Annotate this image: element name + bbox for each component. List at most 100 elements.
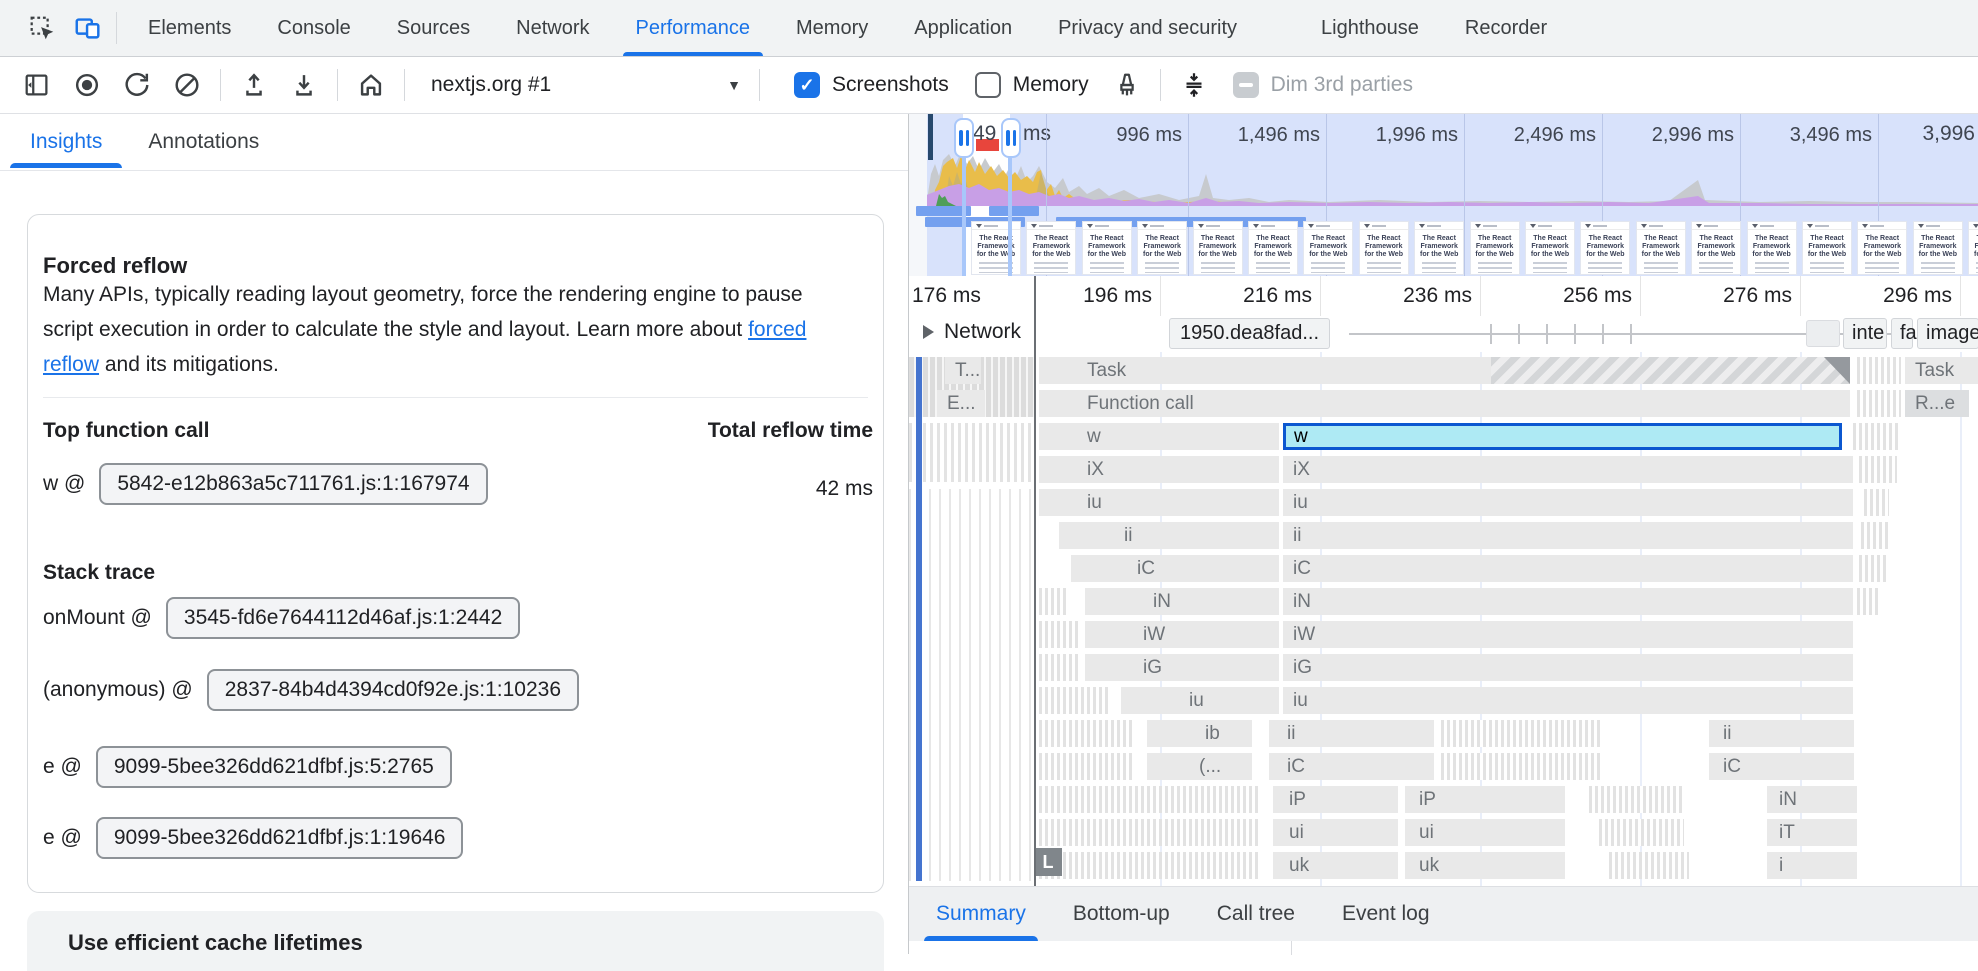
filmstrip-screenshot[interactable]: The ReactFrameworkfor the Web: [1691, 221, 1741, 275]
cache-lifetimes-card[interactable]: Use efficient cache lifetimes: [27, 911, 884, 971]
flame-sliver[interactable]: [916, 357, 922, 881]
flame-bar[interactable]: ii: [1709, 720, 1854, 747]
details-tab-call-tree[interactable]: Call tree: [1217, 887, 1295, 941]
filmstrip-screenshot[interactable]: The ReactFrameworkfor the Web: [1857, 221, 1907, 275]
collect-garbage-icon[interactable]: [1107, 65, 1147, 105]
clear-icon[interactable]: [167, 65, 207, 105]
flame-bar[interactable]: iC: [1071, 555, 1279, 582]
flame-bar[interactable]: iC: [1283, 555, 1853, 582]
compress-tracks-icon[interactable]: [1174, 65, 1214, 105]
selection-handle-right[interactable]: [1001, 118, 1021, 158]
filmstrip-screenshot[interactable]: The ReactFrameworkfor the Web: [1968, 221, 1978, 275]
tab-memory[interactable]: Memory: [773, 0, 891, 56]
flame-bar[interactable]: uk: [1405, 852, 1565, 879]
selection-handle-left[interactable]: [954, 118, 974, 158]
details-tab-event-log[interactable]: Event log: [1342, 887, 1430, 941]
source-location-chip[interactable]: 9099-5bee326dd621dfbf.js:1:19646: [96, 817, 464, 859]
sidebar-tab-insights[interactable]: Insights: [30, 116, 102, 168]
selected-flame-bar[interactable]: w: [1283, 423, 1842, 450]
flame-bar[interactable]: iW: [1283, 621, 1853, 648]
forced-reflow-card[interactable]: Forced reflow Many APIs, typically readi…: [27, 214, 884, 893]
save-profile-icon[interactable]: [284, 65, 324, 105]
flame-bar[interactable]: iG: [1283, 654, 1853, 681]
flame-sliver[interactable]: [1039, 819, 1259, 846]
flame-sliver[interactable]: [1589, 786, 1684, 813]
flame-bar[interactable]: iu: [1039, 489, 1279, 516]
filmstrip-screenshot[interactable]: The ReactFrameworkfor the Web: [1026, 221, 1076, 275]
flame-sliver[interactable]: [1857, 390, 1901, 417]
filmstrip-screenshot[interactable]: The ReactFrameworkfor the Web: [1525, 221, 1575, 275]
flame-sliver[interactable]: [1039, 621, 1079, 648]
flame-bar[interactable]: iN: [1085, 588, 1279, 615]
flame-sliver[interactable]: [1859, 555, 1887, 582]
flame-bar[interactable]: iP: [1405, 786, 1565, 813]
flame-sliver[interactable]: [1859, 456, 1897, 483]
tab-recorder[interactable]: Recorder: [1442, 0, 1570, 56]
flame-bar[interactable]: iu: [1121, 687, 1279, 714]
tab-elements[interactable]: Elements: [125, 0, 254, 56]
tab-performance[interactable]: Performance: [613, 0, 774, 56]
source-location-chip[interactable]: 2837-84b4d4394cd0f92e.js:1:10236: [207, 669, 579, 711]
flame-sliver[interactable]: [1039, 687, 1109, 714]
flame-bar[interactable]: iC: [1709, 753, 1854, 780]
network-request-chip[interactable]: 1950.dea8fad...: [1169, 318, 1330, 349]
flame-sliver[interactable]: [1039, 720, 1134, 747]
flame-sliver[interactable]: [1864, 489, 1889, 516]
flame-bar[interactable]: Function call: [1039, 390, 1850, 417]
filmstrip-screenshot[interactable]: The ReactFrameworkfor the Web: [1636, 221, 1686, 275]
flame-bar[interactable]: ui: [1273, 819, 1398, 846]
network-track[interactable]: Network 1950.dea8fad... intefaimage: [909, 316, 1978, 352]
flame-bar[interactable]: ii: [1283, 522, 1853, 549]
flame-bar[interactable]: w: [1039, 423, 1279, 450]
flame-bar[interactable]: iu: [1283, 489, 1853, 516]
tab-sources[interactable]: Sources: [374, 0, 493, 56]
flame-bar[interactable]: iG: [1085, 654, 1279, 681]
record-icon[interactable]: [67, 65, 107, 105]
flame-sliver[interactable]: [1441, 753, 1601, 780]
flame-bar[interactable]: ii: [1269, 720, 1434, 747]
flame-bar[interactable]: E...: [937, 390, 985, 417]
flame-sliver[interactable]: [1491, 357, 1850, 384]
flame-bar[interactable]: ib: [1147, 720, 1252, 747]
memory-checkbox[interactable]: [975, 72, 1001, 98]
flame-sliver[interactable]: [1853, 423, 1901, 450]
device-toolbar-icon[interactable]: [68, 8, 108, 48]
flame-sliver[interactable]: [1039, 786, 1259, 813]
timeline-overview[interactable]: 49 ms 3,996 996 ms1,496 ms1,996 ms2,496 …: [909, 114, 1978, 276]
flame-sliver[interactable]: [1039, 588, 1069, 615]
filmstrip-screenshot[interactable]: The ReactFrameworkfor the Web: [1802, 221, 1852, 275]
flame-bar[interactable]: Task: [1905, 357, 1978, 384]
filmstrip-screenshot[interactable]: The ReactFrameworkfor the Web: [1137, 221, 1187, 275]
flame-bar[interactable]: ii: [1059, 522, 1279, 549]
filmstrip-screenshot[interactable]: The ReactFrameworkfor the Web: [971, 221, 1021, 275]
record-and-reload-icon[interactable]: [117, 65, 157, 105]
network-request-chip[interactable]: image: [1917, 318, 1978, 349]
toggle-sidebar-icon[interactable]: [17, 65, 57, 105]
flame-sliver[interactable]: [1861, 522, 1891, 549]
filmstrip-screenshot[interactable]: The ReactFrameworkfor the Web: [1414, 221, 1464, 275]
flame-bar[interactable]: iX: [1039, 456, 1279, 483]
home-icon[interactable]: [351, 65, 391, 105]
flame-sliver[interactable]: [1039, 654, 1079, 681]
flame-bar[interactable]: T...: [945, 357, 981, 384]
tab-application[interactable]: Application: [891, 0, 1035, 56]
tab-network[interactable]: Network: [493, 0, 612, 56]
flame-sliver[interactable]: [1039, 852, 1259, 879]
filmstrip-screenshot[interactable]: The ReactFrameworkfor the Web: [1747, 221, 1797, 275]
tab-lighthouse[interactable]: Lighthouse: [1298, 0, 1442, 56]
flame-bar[interactable]: R...e: [1905, 390, 1969, 417]
details-tab-bottom-up[interactable]: Bottom-up: [1073, 887, 1170, 941]
source-location-chip[interactable]: 3545-fd6e7644112d46af.js:1:2442: [166, 597, 520, 639]
filmstrip-screenshot[interactable]: The ReactFrameworkfor the Web: [1359, 221, 1409, 275]
flame-sliver[interactable]: [1599, 819, 1684, 846]
flame-sliver[interactable]: [1039, 753, 1134, 780]
flame-chart[interactable]: T...E...TaskTaskFunction callR...ewwiXiX…: [909, 352, 1978, 886]
flame-sliver[interactable]: [909, 423, 1034, 482]
flame-sliver[interactable]: [1441, 720, 1601, 747]
filmstrip-screenshot[interactable]: The ReactFrameworkfor the Web: [1248, 221, 1298, 275]
screenshots-checkbox[interactable]: ✓: [794, 72, 820, 98]
network-track-header[interactable]: Network: [923, 320, 1021, 344]
flame-bar[interactable]: ui: [1405, 819, 1565, 846]
flame-bar[interactable]: uk: [1273, 852, 1398, 879]
expand-triangle-icon[interactable]: [923, 325, 934, 339]
